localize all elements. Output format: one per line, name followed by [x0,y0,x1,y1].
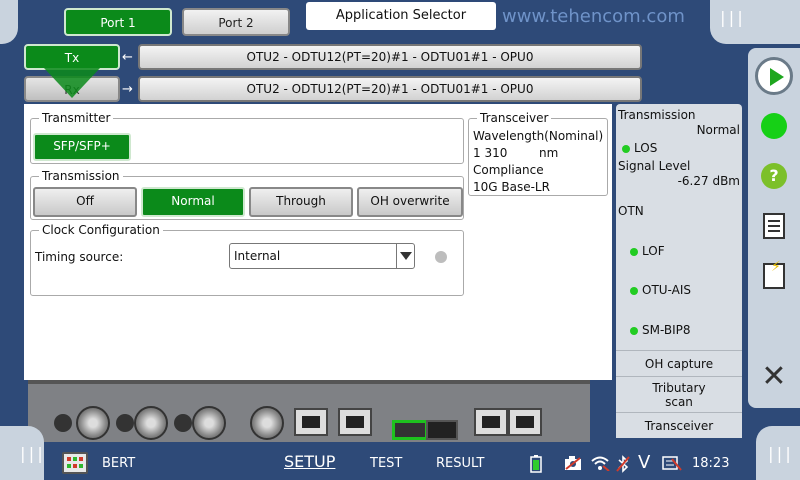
optical-port-icon [76,406,110,440]
clock-configuration-group: Clock Configuration Timing source: Inter… [30,223,464,296]
transmitter-group: Transmitter SFP/SFP+ [30,111,464,164]
v-indicator: V [638,452,651,473]
connector-icon [54,414,72,432]
app-name-label: BERT [102,456,136,471]
status-led-icon [761,113,787,139]
help-button[interactable]: ? [752,154,796,198]
right-top-tab[interactable]: ||| [710,0,800,44]
tributary-scan-label-line1: Tributary [652,381,706,395]
wavelength-label: Wavelength(Nominal) [473,129,604,143]
application-selector-button[interactable]: Application Selector [306,2,496,30]
wifi-icon [590,455,610,475]
sfp-interface-button[interactable]: SFP/SFP+ [33,133,131,161]
los-led-icon [622,145,630,153]
tributary-scan-label-line2: scan [665,395,693,409]
tributary-scan-button[interactable]: Tributary scan [616,376,742,412]
bert-app-icon[interactable] [62,452,88,474]
tx-path-button[interactable]: OTU2 - ODTU12(PT=20)#1 - ODTU01#1 - OPU0 [138,44,642,70]
clock-time: 18:23 [692,456,730,471]
tab-test[interactable]: TEST [370,456,402,471]
compliance-label: Compliance [473,163,544,177]
report-event-icon [763,259,785,289]
camera-icon [564,455,582,475]
rx-path-button[interactable]: OTU2 - ODTU12(PT=20)#1 - ODTU01#1 - OPU0 [138,76,642,102]
timing-source-select[interactable]: Internal [229,243,415,269]
transmission-status-value: Normal [696,123,740,137]
bottom-right-tab[interactable]: ||| [756,426,800,480]
timing-source-value: Internal [234,249,281,263]
ethernet-port-icon [474,408,508,436]
connector-icon [174,414,192,432]
arrow-left-icon: ← [122,50,133,65]
wavelength-value: 1 310 [473,146,508,160]
transmission-oh-overwrite-button[interactable]: OH overwrite [357,187,463,217]
sfp-port-icon [426,420,458,440]
transmitter-title: Transmitter [39,111,114,125]
status-indicator-button[interactable] [752,104,796,148]
grip-icon: ||| [766,444,793,463]
otu-ais-label: OTU-AIS [642,283,691,297]
arrow-right-icon: → [122,82,133,97]
grip-icon: ||| [718,8,745,27]
signal-level-value: -6.27 dBm [677,174,740,188]
wavelength-unit: nm [539,146,559,160]
transmission-title: Transmission [39,169,123,183]
sm-bip8-label: SM-BIP8 [642,323,691,337]
play-icon [755,57,793,95]
ethernet-port-icon [294,408,328,436]
report-event-button[interactable] [752,254,796,298]
transmission-status-label: Transmission [618,108,696,122]
tx-selected-indicator [44,68,100,98]
optical-port-icon [192,406,226,440]
port-2-button[interactable]: Port 2 [182,8,290,36]
transmission-off-button[interactable]: Off [33,187,137,217]
setup-panel: Transmitter SFP/SFP+ Transceiver Wavelen… [24,104,612,380]
tab-setup[interactable]: SETUP [284,452,335,471]
transmission-group: Transmission Off Normal Through OH overw… [30,169,464,220]
optical-port-icon [250,406,284,440]
signal-level-label: Signal Level [618,159,691,173]
report-icon [763,213,785,239]
oh-capture-button[interactable]: OH capture [616,350,742,376]
transceiver-status-button[interactable]: Transceiver [616,412,742,438]
grip-icon: ||| [18,444,45,463]
timing-source-label: Timing source: [35,250,124,264]
port-strip-image [28,380,590,442]
sfp-port-active-icon [392,420,428,440]
transceiver-group: Transceiver Wavelength(Nominal) 1 310 nm… [468,111,608,196]
close-icon: ✕ [761,358,787,394]
battery-icon [530,455,542,477]
network-icon [662,455,682,475]
otu-ais-led-icon [630,287,638,295]
los-label: LOS [634,141,658,155]
status-panel: Transmission Normal LOS Signal Level -6.… [616,104,742,438]
bottom-left-tab[interactable]: ||| [0,426,45,480]
tx-button[interactable]: Tx [24,44,120,70]
connector-icon [116,414,134,432]
ethernet-port-icon [508,408,542,436]
right-toolbar: ? ✕ [748,48,800,408]
chevron-down-icon[interactable] [396,244,414,268]
transmission-normal-button[interactable]: Normal [141,187,245,217]
clock-configuration-title: Clock Configuration [39,223,163,237]
otn-label: OTN [618,204,644,218]
bluetooth-icon [616,455,630,477]
lof-led-icon [630,248,638,256]
tab-result[interactable]: RESULT [436,456,484,471]
report-button[interactable] [752,204,796,248]
sm-bip8-led-icon [630,327,638,335]
exit-button[interactable]: ✕ [752,354,796,398]
ethernet-port-icon [338,408,372,436]
transceiver-title: Transceiver [477,111,552,125]
optical-port-icon [134,406,168,440]
compliance-value: 10G Base-LR [473,180,550,194]
lof-label: LOF [642,244,665,258]
help-icon: ? [761,163,787,189]
clock-status-led-icon [435,251,447,263]
start-test-button[interactable] [752,54,796,98]
transmission-through-button[interactable]: Through [249,187,353,217]
port-1-button[interactable]: Port 1 [64,8,172,36]
watermark: www.tehencom.com [502,6,685,27]
